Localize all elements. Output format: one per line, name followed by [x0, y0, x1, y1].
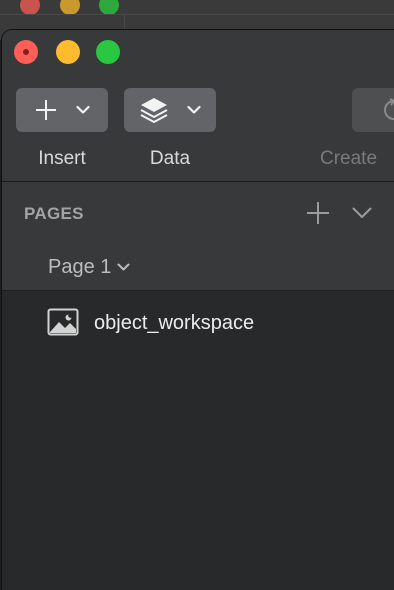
chevron-down-icon [76, 105, 90, 114]
bg-close-button[interactable] [20, 0, 40, 15]
insert-button[interactable] [16, 88, 108, 132]
sidebar: PAGES Page 1 object_workspace [2, 182, 394, 590]
main-window: Insert Data Create PAGES Page 1 object_w… [2, 30, 394, 590]
layer-name: object_workspace [94, 312, 255, 334]
collapse-pages-icon[interactable] [352, 206, 372, 220]
create-button[interactable] [352, 88, 394, 132]
plus-icon [36, 100, 56, 120]
maximize-button[interactable] [96, 40, 120, 64]
chevron-down-icon [117, 263, 130, 271]
insert-label: Insert [38, 148, 86, 169]
add-page-icon[interactable] [306, 201, 330, 225]
bg-divider [0, 14, 394, 15]
refresh-icon [384, 98, 394, 120]
bg-minimize-button[interactable] [60, 0, 80, 15]
close-button[interactable] [14, 40, 38, 64]
pages-header: PAGES Page 1 [2, 182, 394, 291]
pages-title: PAGES [24, 204, 84, 223]
chevron-down-icon [187, 105, 201, 114]
bg-maximize-button[interactable] [99, 0, 119, 15]
minimize-button[interactable] [56, 40, 80, 64]
create-label: Create [320, 148, 378, 169]
layer-row[interactable]: object_workspace [2, 304, 394, 344]
app-screen: Insert Data Create PAGES Page 1 object_w… [0, 0, 394, 590]
page-selector[interactable]: Page 1 [48, 256, 130, 279]
layers-icon [140, 98, 168, 123]
image-icon [47, 308, 79, 336]
data-button[interactable] [124, 88, 216, 132]
data-label: Data [149, 148, 191, 169]
toolbar: Insert Data Create [2, 30, 394, 182]
current-page-label: Page 1 [48, 256, 112, 278]
